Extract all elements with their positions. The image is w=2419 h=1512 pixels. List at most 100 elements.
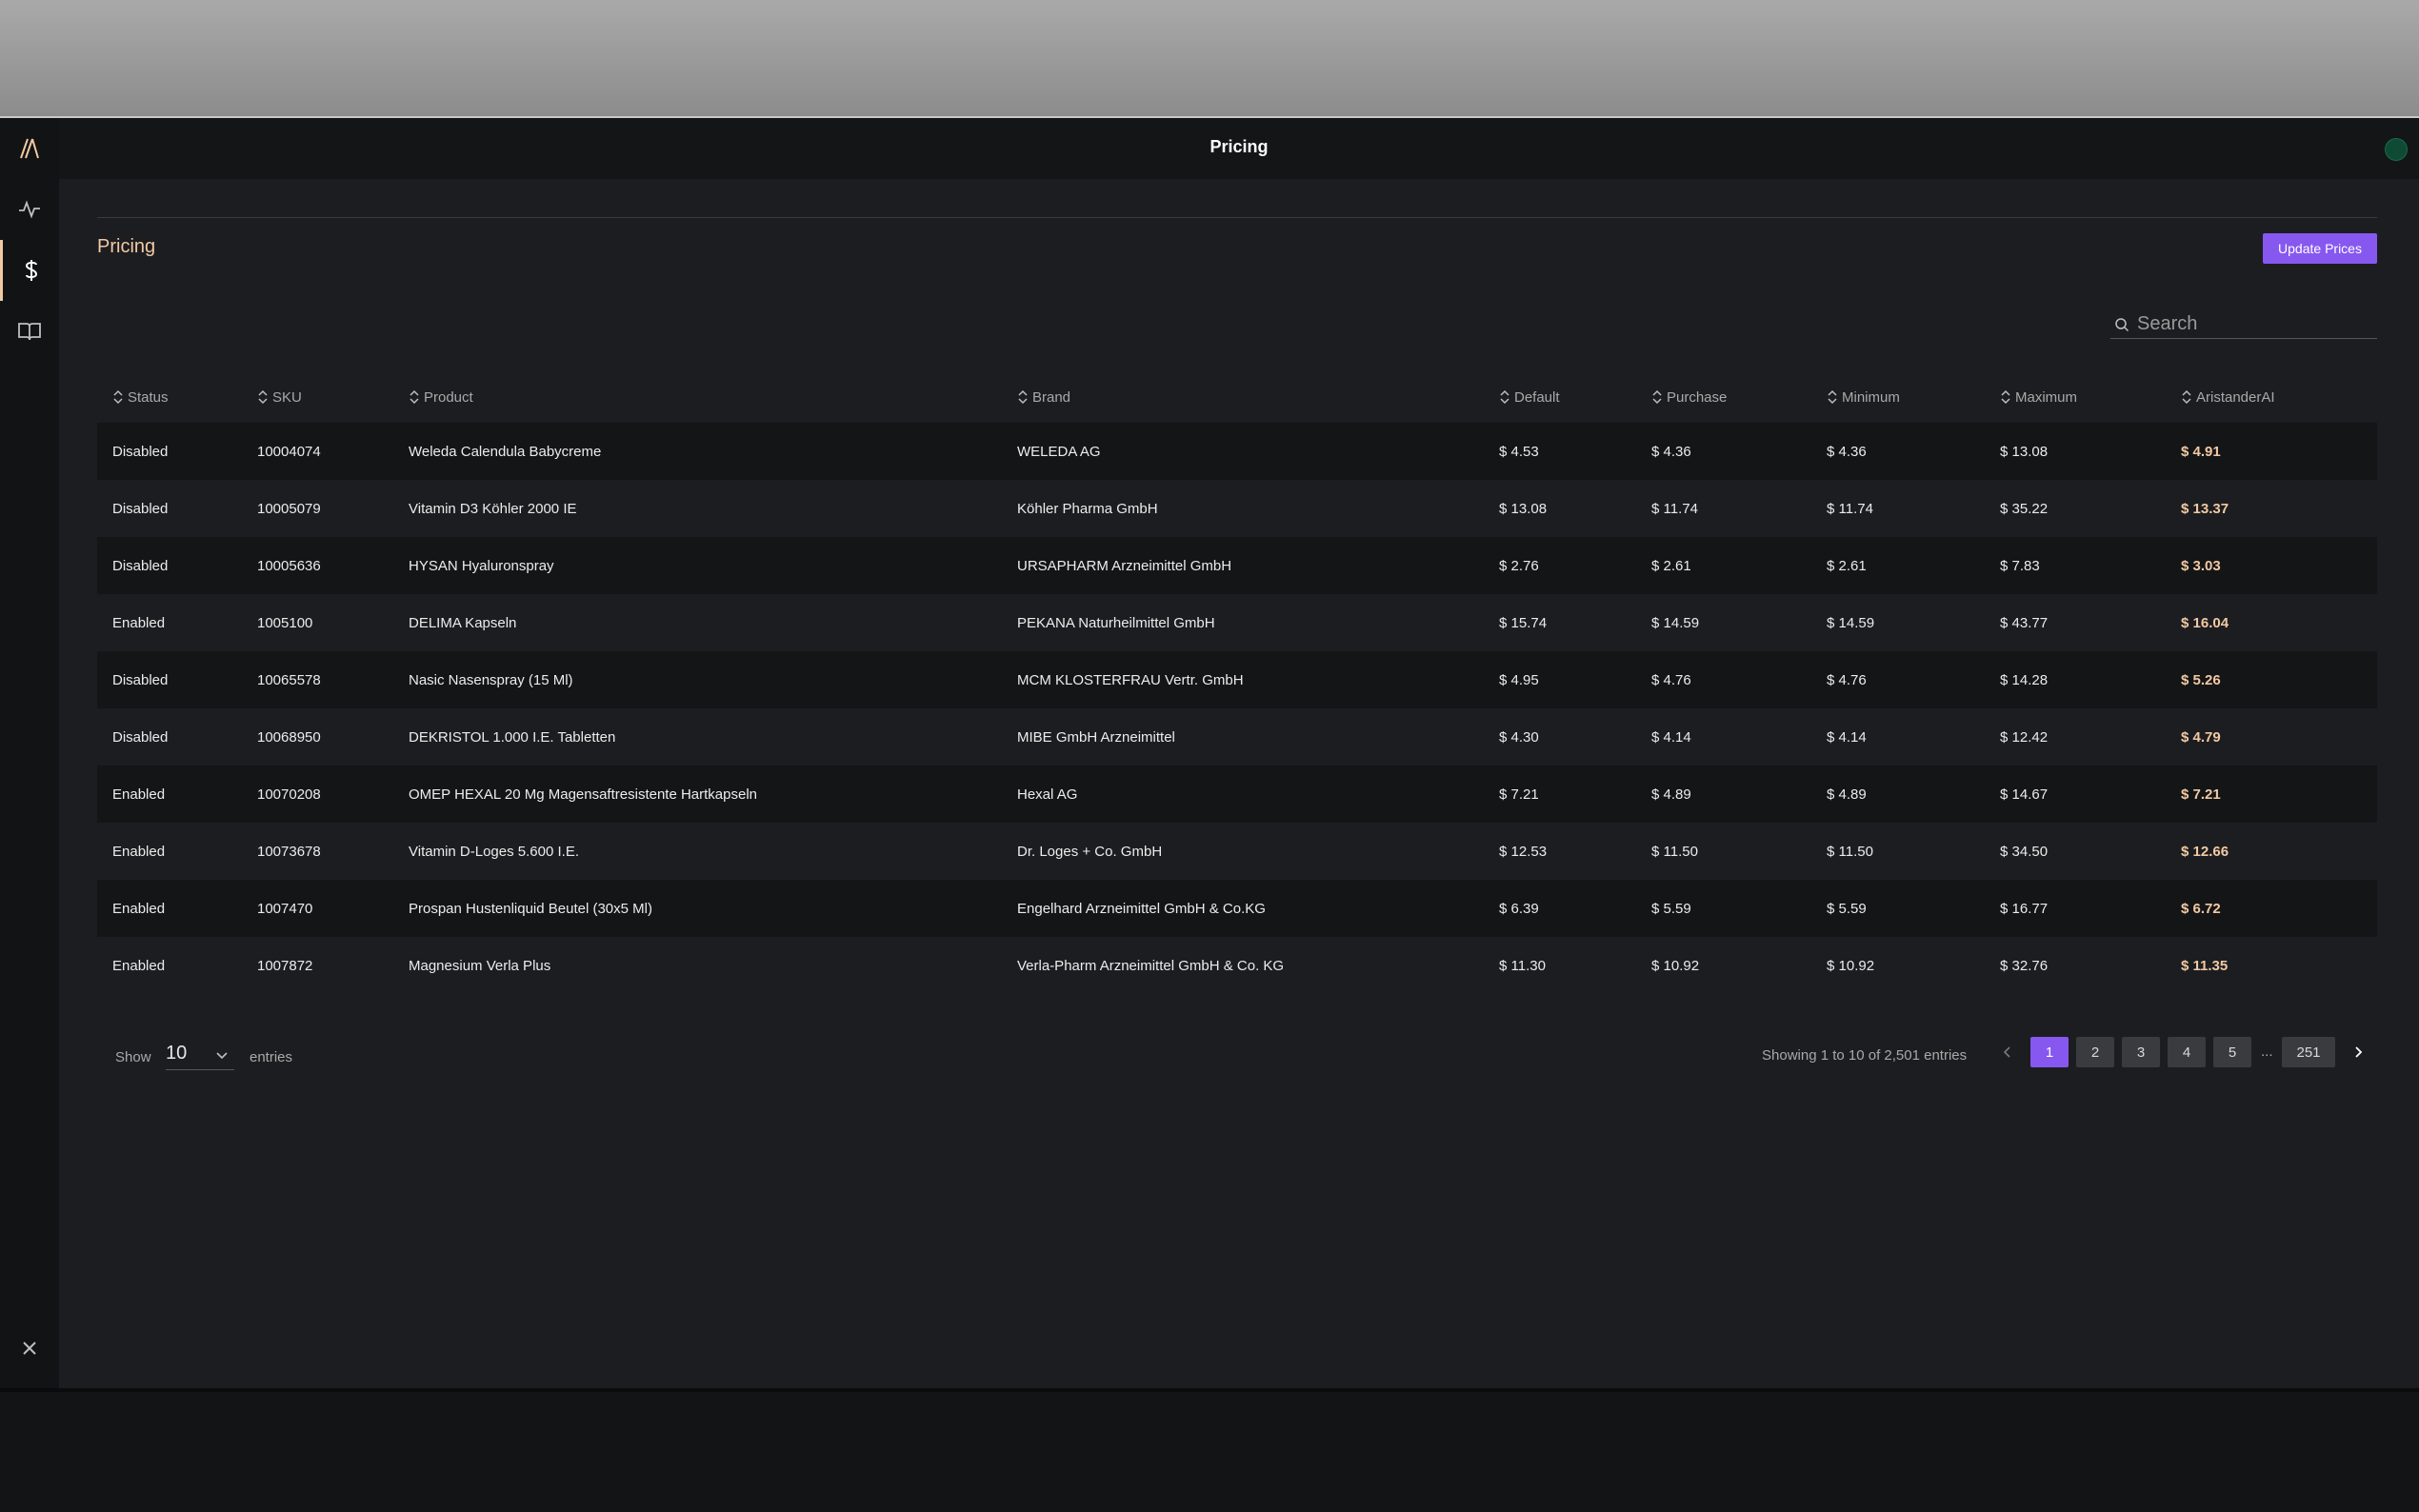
cell-default: $ 12.53 <box>1499 843 1548 860</box>
cell-aristanderai: $ 11.35 <box>2181 957 2229 974</box>
page-button-2[interactable]: 2 <box>2076 1037 2114 1067</box>
cell-purchase: $ 11.74 <box>1651 500 1698 517</box>
sidebar <box>0 118 59 1388</box>
table-row[interactable]: Enabled 10070208 OMEP HEXAL 20 Mg Magensaf… <box>97 766 2377 823</box>
cell-minimum: $ 4.76 <box>1827 671 1867 688</box>
table-header: Status SKU Product Brand Default Purchase Mini… <box>97 369 2377 423</box>
column-header-status[interactable]: Status <box>112 388 169 406</box>
cell-status: Enabled <box>112 957 166 974</box>
sort-icon <box>258 389 268 405</box>
cell-default: $ 7.21 <box>1499 786 1539 803</box>
cell-minimum: $ 11.50 <box>1827 843 1873 860</box>
column-header-sku[interactable]: SKU <box>257 388 302 406</box>
cell-purchase: $ 4.89 <box>1651 786 1691 803</box>
sort-icon <box>410 389 419 405</box>
cell-status: Disabled <box>112 557 169 574</box>
cell-minimum: $ 2.61 <box>1827 557 1867 574</box>
chevron-left-icon <box>2003 1046 2010 1058</box>
cell-maximum: $ 14.28 <box>2000 671 2049 688</box>
search-icon <box>2115 317 2129 331</box>
close-button[interactable] <box>0 1329 59 1367</box>
prev-page-button[interactable] <box>1996 1037 2019 1067</box>
column-header-brand[interactable]: Brand <box>1017 388 1070 406</box>
column-header-label: AristanderAI <box>2196 388 2275 406</box>
table-row[interactable]: Enabled 1005100 DELIMA Kapseln PEKANA Natur… <box>97 594 2377 651</box>
cell-minimum: $ 4.14 <box>1827 728 1867 746</box>
sort-icon <box>1652 389 1662 405</box>
cell-aristanderai: $ 4.91 <box>2181 443 2221 460</box>
column-header-maximum[interactable]: Maximum <box>2000 388 2077 406</box>
page-button-4[interactable]: 4 <box>2168 1037 2206 1067</box>
sidebar-item-activity[interactable] <box>0 179 59 240</box>
cell-status: Disabled <box>112 728 169 746</box>
cell-minimum: $ 4.36 <box>1827 443 1867 460</box>
cell-status: Enabled <box>112 843 166 860</box>
column-header-label: Purchase <box>1667 388 1728 406</box>
cell-aristanderai: $ 13.37 <box>2181 500 2229 517</box>
sort-icon <box>1500 389 1509 405</box>
cell-purchase: $ 4.76 <box>1651 671 1691 688</box>
column-header-purchase[interactable]: Purchase <box>1651 388 1727 406</box>
cell-brand: Dr. Loges + Co. GmbH <box>1017 843 1163 860</box>
page-button-last[interactable]: 251 <box>2282 1037 2335 1067</box>
pagination-ellipsis: ... <box>2261 1044 2273 1060</box>
cell-product: Prospan Hustenliquid Beutel (30x5 Ml) <box>409 900 652 917</box>
cell-default: $ 4.53 <box>1499 443 1539 460</box>
logo-icon[interactable] <box>0 118 59 179</box>
page-button-1[interactable]: 1 <box>2030 1037 2069 1067</box>
cell-aristanderai: $ 16.04 <box>2181 614 2229 631</box>
column-header-default[interactable]: Default <box>1499 388 1560 406</box>
cell-default: $ 6.39 <box>1499 900 1539 917</box>
sidebar-item-docs[interactable] <box>0 301 59 362</box>
sidebar-item-pricing[interactable] <box>0 240 59 301</box>
page-button-3[interactable]: 3 <box>2122 1037 2160 1067</box>
table-row[interactable]: Enabled 1007872 Magnesium Verla Plus Verla-… <box>97 937 2377 994</box>
column-header-label: Product <box>424 388 473 406</box>
next-page-button[interactable] <box>2347 1037 2369 1067</box>
page-button-5[interactable]: 5 <box>2213 1037 2251 1067</box>
cell-maximum: $ 14.67 <box>2000 786 2049 803</box>
cell-product: DEKRISTOL 1.000 I.E. Tabletten <box>409 728 616 746</box>
table-row[interactable]: Enabled 10073678 Vitamin D-Loges 5.600 I.E… <box>97 823 2377 880</box>
cell-brand: MIBE GmbH Arzneimittel <box>1017 728 1175 746</box>
column-header-minimum[interactable]: Minimum <box>1827 388 1900 406</box>
table-row[interactable]: Disabled 10005079 Vitamin D3 Köhler 2000 I… <box>97 480 2377 537</box>
cell-product: DELIMA Kapseln <box>409 614 517 631</box>
search-box <box>2110 310 2377 339</box>
table-row[interactable]: Disabled 10065578 Nasic Nasenspray (15 Ml)… <box>97 651 2377 708</box>
sort-icon <box>1828 389 1837 405</box>
cell-sku: 10004074 <box>257 443 321 460</box>
table-row[interactable]: Enabled 1007470 Prospan Hustenliquid Beute… <box>97 880 2377 937</box>
sort-icon <box>1018 389 1028 405</box>
cell-sku: 10005636 <box>257 557 321 574</box>
topbar: Pricing <box>59 118 2419 179</box>
cell-sku: 10070208 <box>257 786 321 803</box>
cell-minimum: $ 5.59 <box>1827 900 1867 917</box>
column-header-aristanderai[interactable]: AristanderAI <box>2181 388 2275 406</box>
cell-purchase: $ 10.92 <box>1651 957 1700 974</box>
cell-sku: 10073678 <box>257 843 321 860</box>
table-row[interactable]: Disabled 10004074 Weleda Calendula Babycre… <box>97 423 2377 480</box>
search-input[interactable] <box>2137 313 2366 335</box>
column-header-product[interactable]: Product <box>409 388 473 406</box>
cell-product: OMEP HEXAL 20 Mg Magensaftresistente Har… <box>409 786 758 803</box>
cell-aristanderai: $ 12.66 <box>2181 843 2229 860</box>
pricing-table: Status SKU Product Brand Default Purchase Mini… <box>97 369 2377 974</box>
cell-brand: Verla-Pharm Arzneimittel GmbH & Co. KG <box>1017 957 1285 974</box>
table-row[interactable]: Disabled 10068950 DEKRISTOL 1.000 I.E. Tab… <box>97 708 2377 766</box>
cell-minimum: $ 4.89 <box>1827 786 1867 803</box>
update-prices-button[interactable]: Update Prices <box>2263 233 2377 264</box>
page-size-select[interactable]: 10 <box>166 1038 234 1070</box>
cell-maximum: $ 16.77 <box>2000 900 2049 917</box>
cell-brand: WELEDA AG <box>1017 443 1101 460</box>
table-row[interactable]: Disabled 10005636 HYSAN Hyaluronspray URSAP… <box>97 537 2377 594</box>
cell-maximum: $ 13.08 <box>2000 443 2049 460</box>
cell-brand: PEKANA Naturheilmittel GmbH <box>1017 614 1215 631</box>
column-header-label: SKU <box>272 388 302 406</box>
cell-default: $ 4.95 <box>1499 671 1539 688</box>
desktop-backdrop-top <box>0 0 2419 118</box>
cell-status: Enabled <box>112 900 166 917</box>
app-window: Pricing Pricing Update Prices Status SKU P… <box>0 118 2419 1388</box>
cell-sku: 1005100 <box>257 614 313 631</box>
desktop-backdrop-bottom <box>0 1388 2419 1512</box>
